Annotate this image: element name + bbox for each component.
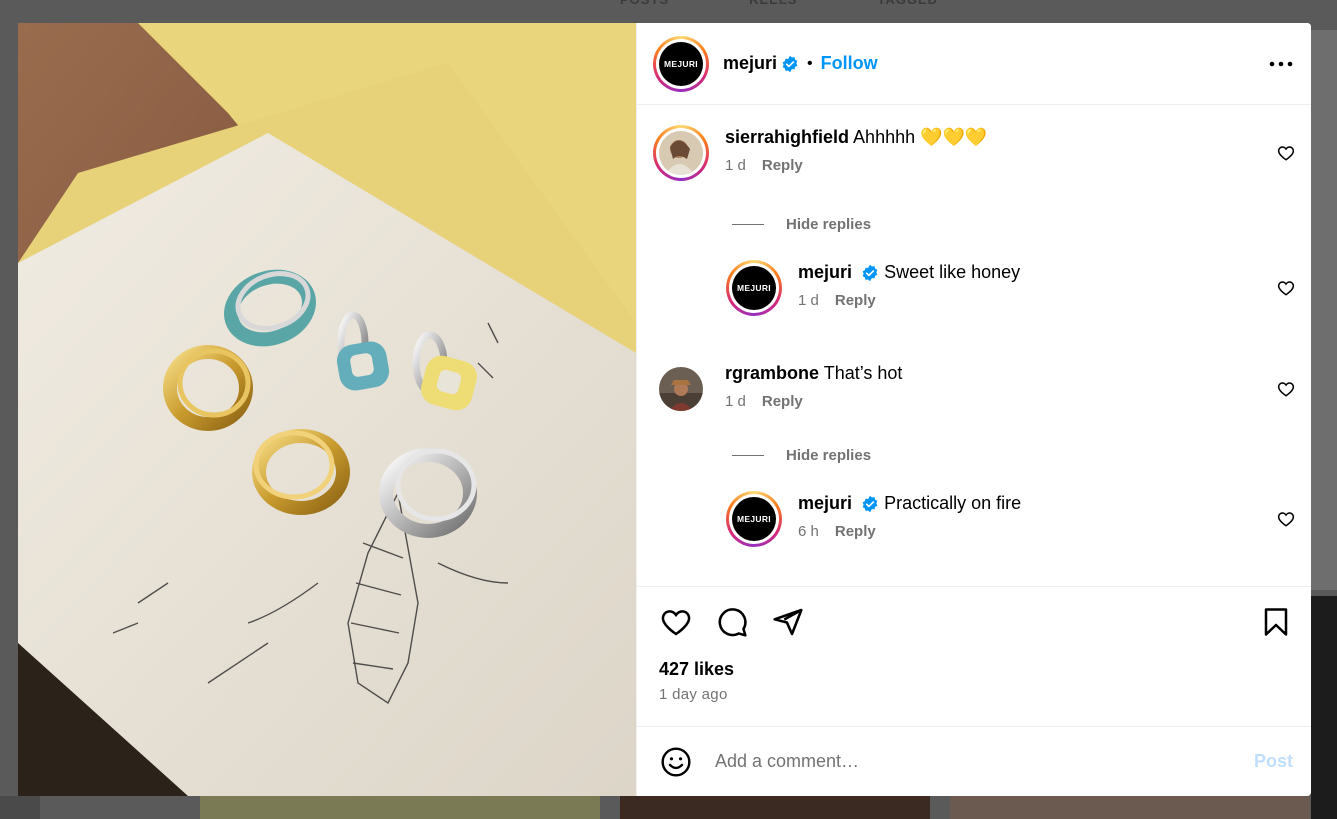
- avatar: MEJURI: [732, 266, 776, 310]
- divider: [732, 455, 764, 456]
- bg-tab-tagged: TAGGED: [877, 0, 938, 12]
- heart-icon[interactable]: [1277, 510, 1295, 528]
- verified-icon: [861, 495, 879, 513]
- comment-text: Practically on fire: [884, 493, 1022, 513]
- comment-time[interactable]: 6 h: [798, 523, 819, 540]
- post-actions: 427 likes 1 day ago: [637, 586, 1311, 726]
- hide-replies-button[interactable]: Hide replies: [732, 447, 871, 464]
- background-tile: [950, 796, 1310, 819]
- add-comment-bar: Post: [637, 726, 1311, 796]
- bg-tab-posts: POSTS: [620, 0, 669, 12]
- reply-button[interactable]: Reply: [762, 157, 803, 174]
- post-comment-button[interactable]: Post: [1254, 751, 1293, 772]
- background-tile: [1311, 596, 1337, 819]
- post-header: MEJURI mejuri • Follow: [637, 23, 1311, 105]
- share-button[interactable]: [771, 605, 805, 639]
- separator-dot: •: [807, 54, 813, 72]
- hide-replies-label: Hide replies: [786, 447, 872, 464]
- comment-username[interactable]: mejuri: [798, 262, 852, 282]
- heart-icon[interactable]: [1277, 144, 1295, 162]
- avatar: MEJURI: [732, 497, 776, 541]
- comment-time[interactable]: 1 d: [725, 157, 746, 174]
- save-button[interactable]: [1259, 605, 1293, 639]
- emoji-button[interactable]: [659, 745, 693, 779]
- hide-replies-button[interactable]: Hide replies: [732, 216, 871, 233]
- background-tile: [0, 796, 40, 819]
- heart-icon: [661, 610, 691, 636]
- background-profile-tabs: POSTS REELS TAGGED: [620, 0, 938, 12]
- avatar: MEJURI: [659, 41, 703, 86]
- comment-icon: [718, 608, 747, 637]
- share-icon: [773, 608, 803, 636]
- reply-button[interactable]: Reply: [762, 393, 803, 410]
- comment: sierrahighfield Ahhhhh 💛💛💛 1 d Reply: [653, 125, 1295, 181]
- comments-list[interactable]: sierrahighfield Ahhhhh 💛💛💛 1 d Reply Hid…: [637, 105, 1311, 586]
- background-tile: [620, 796, 930, 819]
- background-tile: [1311, 30, 1337, 590]
- heart-icon[interactable]: [1277, 380, 1295, 398]
- story-ring[interactable]: MEJURI: [726, 260, 782, 316]
- comment-time[interactable]: 1 d: [725, 393, 746, 410]
- reply-comment: MEJURI mejuri Sweet like honey 1 d Reply: [726, 260, 1295, 316]
- story-ring[interactable]: MEJURI: [653, 35, 709, 92]
- comment-input[interactable]: [715, 751, 1254, 772]
- reply-comment: MEJURI mejuri Practically on fire 6 h Re…: [726, 491, 1295, 547]
- comment-username[interactable]: rgrambone: [725, 363, 819, 383]
- more-options-icon[interactable]: [1267, 50, 1295, 78]
- comment-text: Ahhhhh 💛💛💛: [853, 127, 988, 147]
- avatar[interactable]: [659, 367, 703, 411]
- background-tile: [200, 796, 600, 819]
- comment: rgrambone That’s hot 1 d Reply: [653, 361, 1295, 417]
- comment-text: That’s hot: [823, 363, 903, 383]
- emoji-icon: [661, 746, 691, 777]
- author-username[interactable]: mejuri: [723, 53, 777, 74]
- reply-button[interactable]: Reply: [835, 292, 876, 309]
- hide-replies-label: Hide replies: [786, 216, 872, 233]
- avatar: [659, 131, 703, 175]
- likes-count[interactable]: 427 likes: [659, 659, 1289, 680]
- bg-tab-reels: REELS: [749, 0, 797, 12]
- heart-icon[interactable]: [1277, 279, 1295, 297]
- post-side-panel: MEJURI mejuri • Follow sierrahighfield A…: [636, 23, 1311, 796]
- post-timestamp[interactable]: 1 day ago: [659, 686, 1289, 703]
- reply-button[interactable]: Reply: [835, 523, 876, 540]
- story-ring[interactable]: MEJURI: [726, 491, 782, 547]
- comment-username[interactable]: mejuri: [798, 493, 852, 513]
- follow-button[interactable]: Follow: [821, 53, 878, 74]
- comment-time[interactable]: 1 d: [798, 292, 819, 309]
- comment-text: Sweet like honey: [884, 262, 1021, 282]
- verified-icon: [861, 264, 879, 282]
- post-modal: MEJURI mejuri • Follow sierrahighfield A…: [18, 23, 1311, 796]
- bookmark-icon: [1264, 608, 1288, 636]
- post-image[interactable]: [18, 23, 636, 796]
- comment-button[interactable]: [715, 605, 749, 639]
- comment-username[interactable]: sierrahighfield: [725, 127, 849, 147]
- like-button[interactable]: [659, 605, 693, 639]
- divider: [732, 224, 764, 225]
- rings-on-notebook-photo: [18, 23, 636, 796]
- story-ring[interactable]: [653, 125, 709, 181]
- verified-icon: [781, 55, 799, 73]
